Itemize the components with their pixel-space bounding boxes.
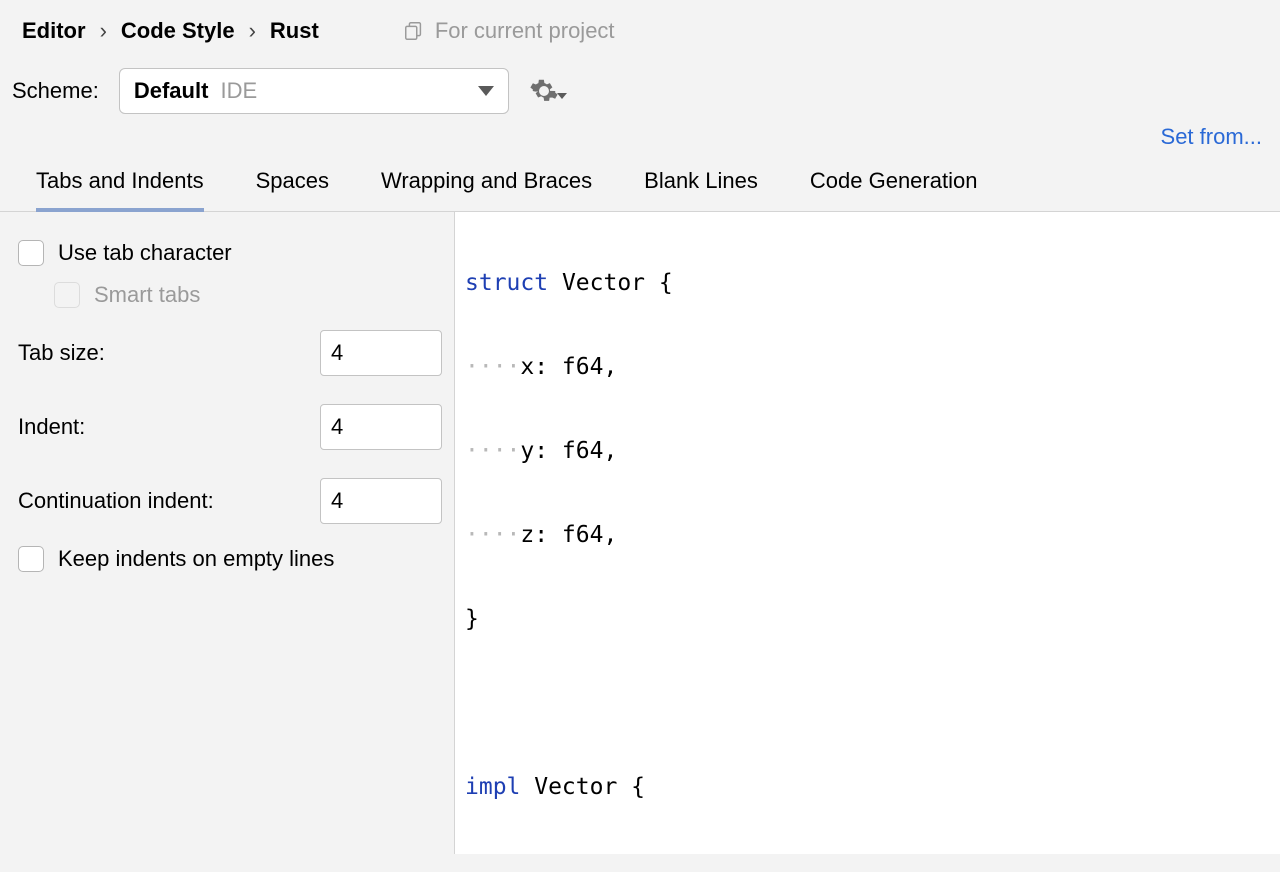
- tab-size-input[interactable]: [320, 330, 442, 376]
- tab-size-label: Tab size:: [18, 340, 105, 366]
- breadcrumb-rust[interactable]: Rust: [270, 18, 319, 44]
- tab-size-row: Tab size:: [18, 316, 442, 390]
- breadcrumb-editor[interactable]: Editor: [22, 18, 86, 44]
- continuation-indent-label: Continuation indent:: [18, 488, 214, 514]
- scheme-select[interactable]: Default IDE: [119, 68, 509, 114]
- use-tab-character-checkbox[interactable]: [18, 240, 44, 266]
- use-tab-character-label: Use tab character: [58, 240, 232, 266]
- gear-icon[interactable]: [529, 76, 567, 106]
- keep-empty-checkbox[interactable]: [18, 546, 44, 572]
- use-tab-character-row[interactable]: Use tab character: [18, 232, 442, 274]
- indent-input[interactable]: [320, 404, 442, 450]
- breadcrumb: Editor › Code Style › Rust For current p…: [0, 0, 1280, 54]
- current-project-note: For current project: [403, 18, 615, 44]
- chevron-down-icon: [478, 86, 494, 96]
- scheme-name: Default: [134, 78, 209, 103]
- indent-label: Indent:: [18, 414, 85, 440]
- copy-icon: [403, 20, 425, 42]
- tab-spaces[interactable]: Spaces: [256, 168, 329, 212]
- scheme-tag: IDE: [221, 78, 258, 103]
- tab-blank-lines[interactable]: Blank Lines: [644, 168, 758, 212]
- code-preview: struct Vector { ····x: f64, ····y: f64, …: [455, 212, 1280, 854]
- continuation-indent-row: Continuation indent:: [18, 464, 442, 538]
- tab-wrapping[interactable]: Wrapping and Braces: [381, 168, 592, 212]
- smart-tabs-checkbox: [54, 282, 80, 308]
- tab-code-generation[interactable]: Code Generation: [810, 168, 978, 212]
- options-panel: Use tab character Smart tabs Tab size: I…: [0, 212, 455, 854]
- current-project-label: For current project: [435, 18, 615, 44]
- keep-empty-label: Keep indents on empty lines: [58, 546, 334, 572]
- continuation-indent-input[interactable]: [320, 478, 442, 524]
- scheme-row: Scheme: Default IDE: [0, 54, 1280, 124]
- indent-row: Indent:: [18, 390, 442, 464]
- smart-tabs-row: Smart tabs: [18, 274, 442, 316]
- breadcrumb-sep: ›: [100, 18, 107, 44]
- smart-tabs-label: Smart tabs: [94, 282, 200, 308]
- tab-tabs-indents[interactable]: Tabs and Indents: [36, 168, 204, 212]
- keep-empty-row[interactable]: Keep indents on empty lines: [18, 538, 442, 580]
- scheme-label: Scheme:: [12, 78, 99, 104]
- set-from-link[interactable]: Set from...: [1161, 124, 1262, 149]
- breadcrumb-sep: ›: [249, 18, 256, 44]
- breadcrumb-codestyle[interactable]: Code Style: [121, 18, 235, 44]
- tabs: Tabs and Indents Spaces Wrapping and Bra…: [0, 158, 1280, 212]
